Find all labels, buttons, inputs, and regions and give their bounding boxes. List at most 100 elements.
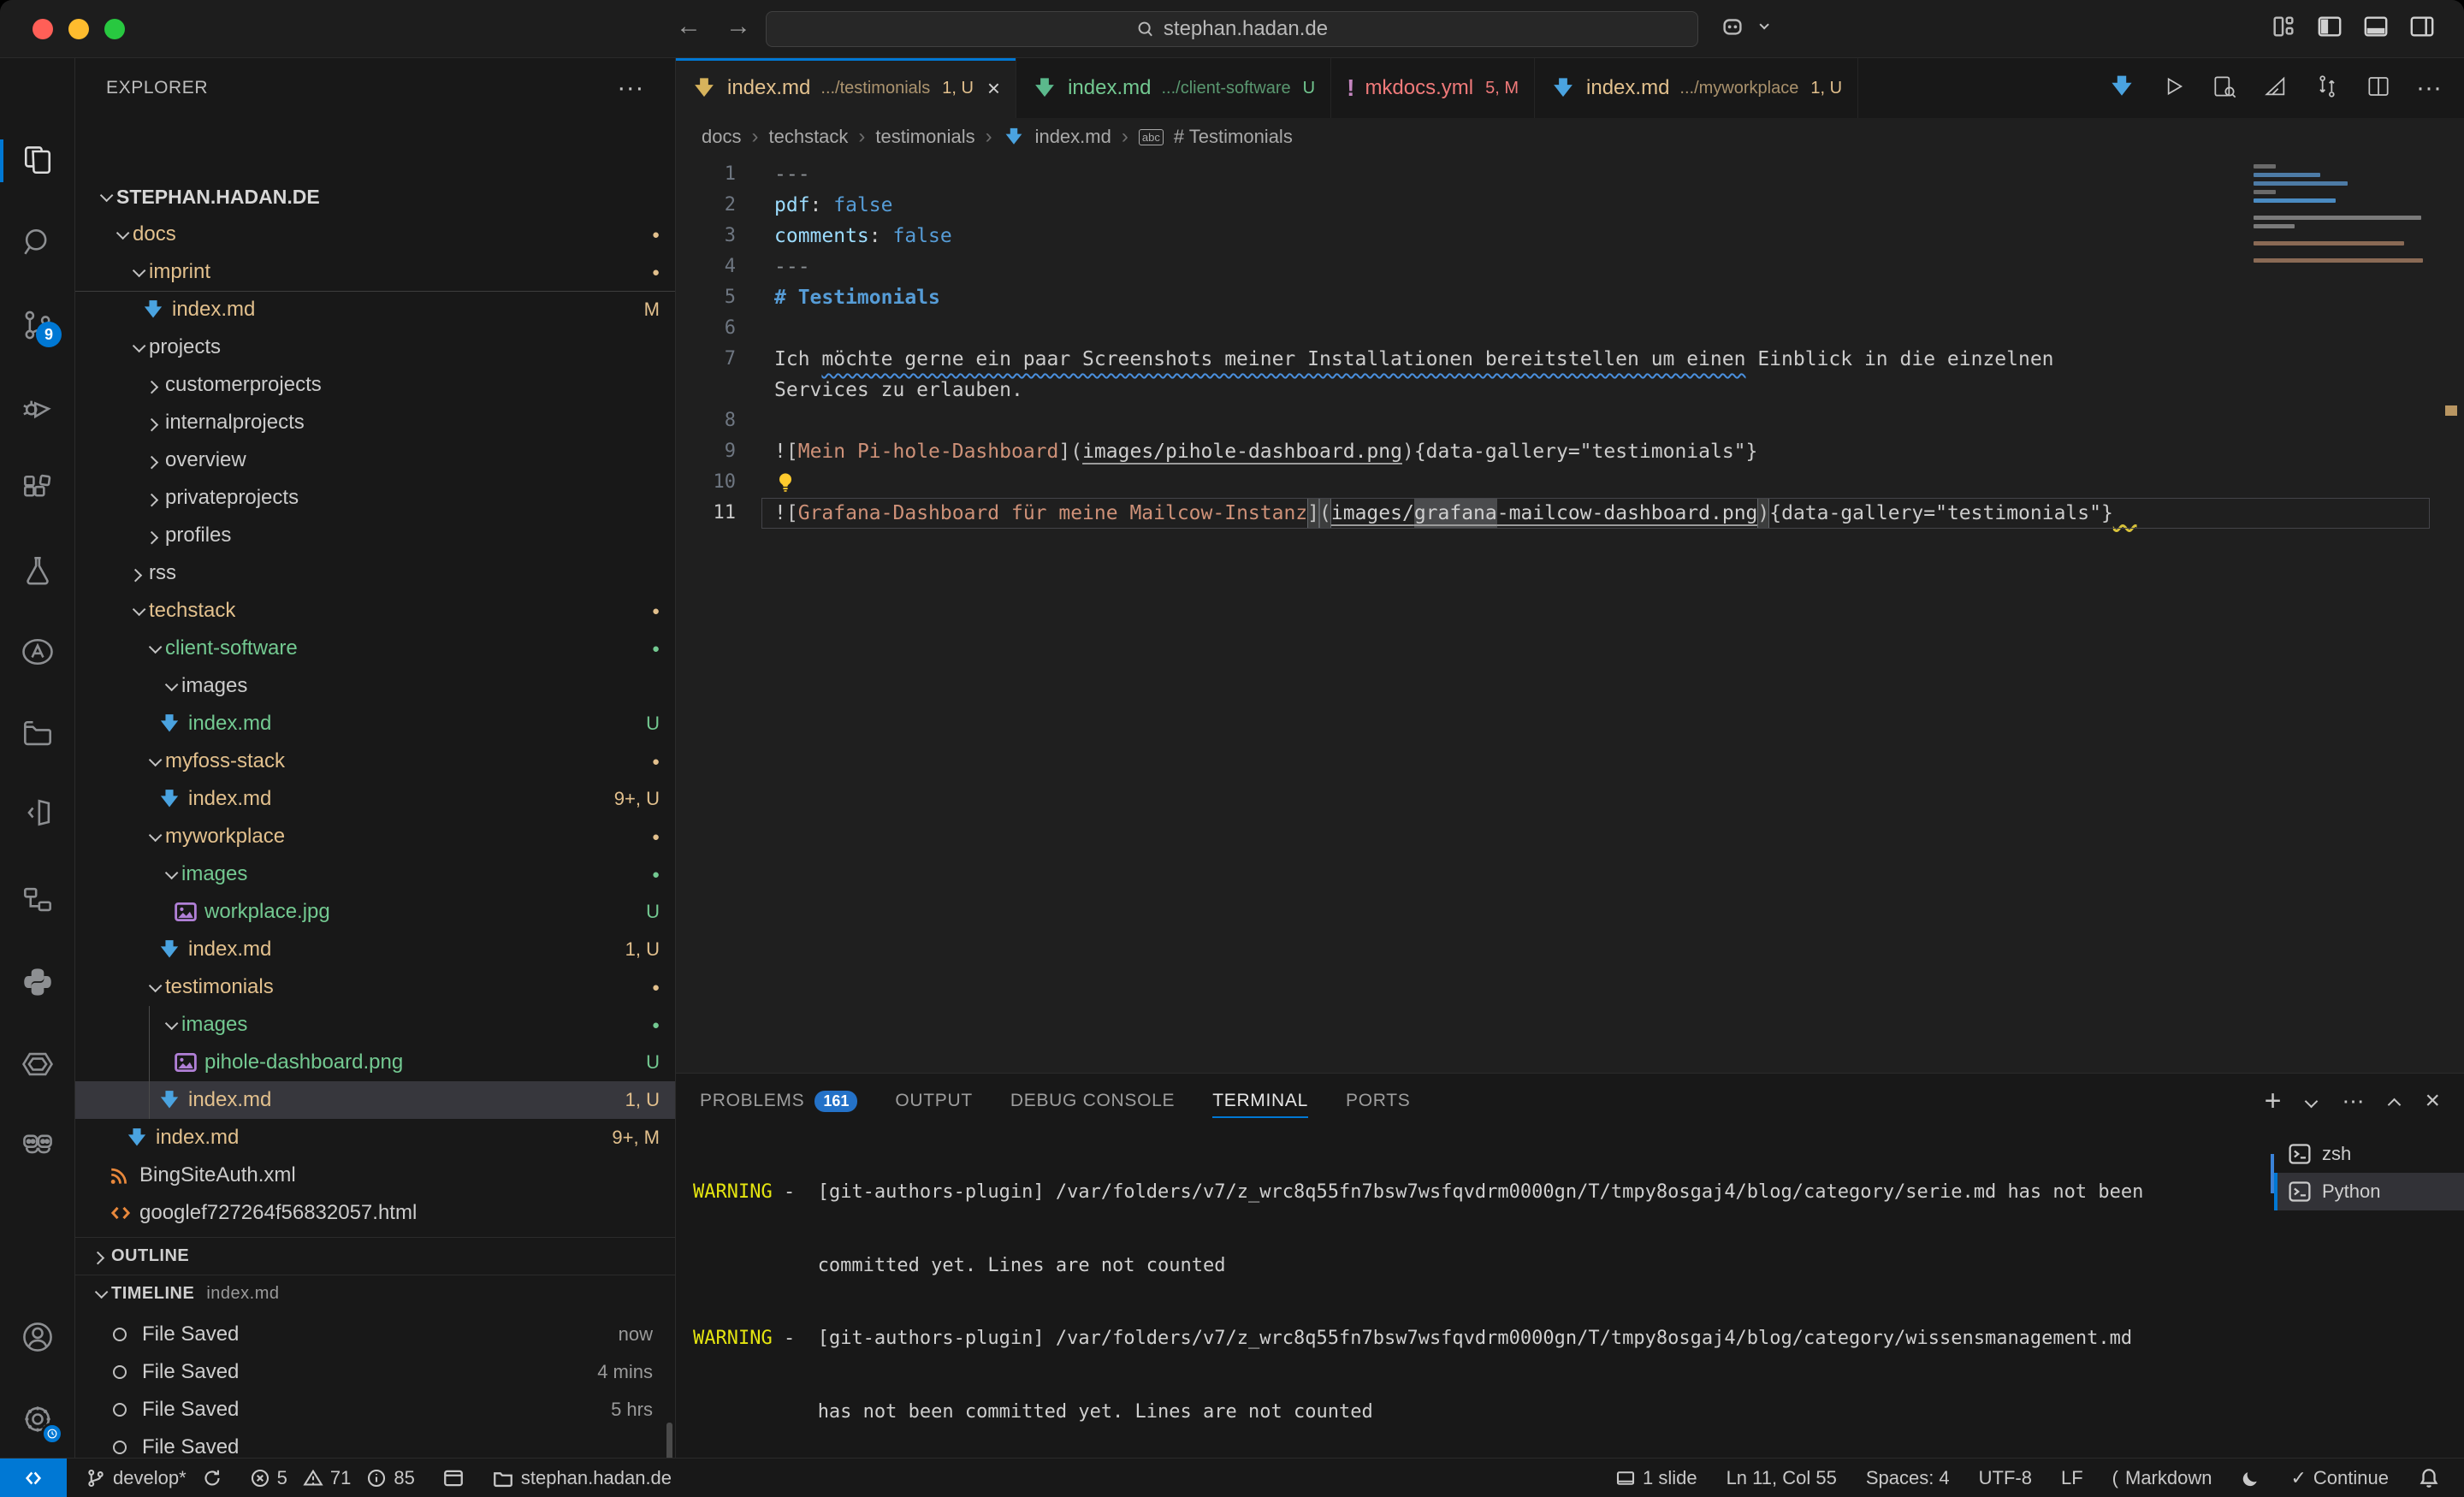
toggle-sidebar-icon[interactable] [2317,14,2343,39]
close-panel-icon[interactable]: × [2425,1086,2440,1115]
search-icon[interactable] [14,219,62,267]
maximize-panel-icon[interactable] [2388,1098,2402,1111]
tree-item-rss[interactable]: rss [75,554,675,592]
python-icon[interactable] [14,958,62,1006]
tree-item-bingsiteauth-xml[interactable]: BingSiteAuth.xml [75,1157,675,1194]
window-status-icon[interactable] [442,1467,465,1489]
tab-index-md-client-software[interactable]: index.md.../client-softwareU [1016,58,1331,118]
more-actions-icon[interactable]: ··· [2416,74,2442,103]
robots-icon[interactable] [14,1120,62,1168]
timeline-section-header[interactable]: TIMELINEindex.md [75,1275,675,1312]
copilot-button[interactable] [1720,14,1774,39]
code-line[interactable]: 9![Mein Pi-hole-Dashboard](images/pihole… [676,436,2464,467]
tree-item-client-software[interactable]: client-software● [75,630,675,667]
outline-section-header[interactable]: OUTLINE [75,1237,675,1275]
toggle-panel-icon[interactable] [2363,14,2389,39]
compare-changes-icon[interactable] [2313,73,2341,104]
tree-item-privateprojects[interactable]: privateprojects [75,479,675,517]
code-line[interactable]: 8 [676,405,2464,436]
close-window-button[interactable] [33,19,53,39]
do-not-disturb-status[interactable] [2241,1468,2261,1488]
more-actions-icon[interactable]: ··· [617,74,644,103]
code-line[interactable]: 5# Testimonials [676,282,2464,313]
tree-item-index-md[interactable]: index.md9+, U [75,780,675,818]
encoding-status[interactable]: UTF-8 [1979,1467,2032,1489]
tree-item-imprint[interactable]: imprint● [75,253,675,291]
tab-debug-console[interactable]: DEBUG CONSOLE [1010,1074,1175,1128]
new-terminal-icon[interactable]: + [2265,1085,2282,1118]
continue-status[interactable]: ✓Continue [2290,1467,2389,1489]
run-debug-icon[interactable] [14,383,62,431]
maximize-window-button[interactable] [104,19,125,39]
extensions-icon[interactable] [14,464,62,512]
explorer-icon[interactable] [14,137,62,185]
back-icon[interactable]: ← [676,12,702,41]
folder-icon[interactable] [14,710,62,758]
timeline-item[interactable]: File Saved5 hrs [75,1391,675,1429]
close-icon[interactable]: × [987,75,1000,102]
minimap[interactable] [2254,161,2433,281]
indentation-status[interactable]: Spaces: 4 [1866,1467,1950,1489]
notifications-bell[interactable] [2418,1467,2440,1489]
code-line[interactable]: 1--- [676,159,2464,190]
breadcrumb-item[interactable]: testimonials [875,126,974,148]
terminal-output[interactable]: WARNING - [git-authors-plugin] /var/fold… [676,1128,2274,1458]
toggle-secondary-sidebar-icon[interactable] [2409,14,2435,39]
testing-icon[interactable] [14,547,62,595]
tree-item-google-html[interactable]: googlef727264f56832057.html [75,1194,675,1232]
run-icon[interactable] [2159,73,2187,104]
tree-item-pihole-dashboard-png[interactable]: pihole-dashboard.pngU [75,1044,675,1081]
code-editor[interactable]: 1--- 2pdf: false 3comments: false 4--- 5… [676,156,2464,1073]
circle-a-icon[interactable] [14,628,62,676]
code-line[interactable]: 4--- [676,251,2464,282]
timeline-item[interactable]: File Savednow [75,1316,675,1353]
problems-status[interactable]: 5 71 85 [250,1467,415,1489]
breadcrumb-item[interactable]: index.md [1035,126,1111,148]
timeline-item[interactable]: File Saved [75,1429,675,1458]
hexagon-icon[interactable] [14,1040,62,1088]
language-mode-status[interactable]: (Markdown [2112,1467,2212,1489]
git-branch-status[interactable]: develop* [86,1467,222,1489]
tree-item-docs[interactable]: docs● [75,216,675,253]
code-line[interactable]: 2pdf: false [676,190,2464,221]
tree-item-images[interactable]: images● [75,855,675,893]
split-editor-icon[interactable] [2365,73,2392,104]
tab-index-md-testimonials[interactable]: index.md.../testimonials1, U × [676,58,1016,118]
marp-slides-status[interactable]: 1 slide [1615,1467,1697,1489]
timeline-item[interactable]: File Saved4 mins [75,1353,675,1391]
minimize-window-button[interactable] [68,19,89,39]
settings-gear-icon[interactable] [14,1395,62,1443]
cursor-position-status[interactable]: Ln 11, Col 55 [1727,1467,1837,1489]
terminal-tab-python[interactable]: Python [2274,1173,2464,1210]
tree-item-projects[interactable]: projects [75,328,675,366]
code-line-current[interactable]: 11![Grafana-Dashboard für meine Mailcow-… [676,498,2464,529]
tree-item-testimonials[interactable]: testimonials● [75,968,675,1006]
terminal-tab-zsh[interactable]: zsh [2274,1135,2464,1173]
tree-item-overview[interactable]: overview [75,441,675,479]
tab-ports[interactable]: PORTS [1346,1074,1410,1128]
code-line[interactable]: 3comments: false [676,221,2464,251]
tree-item-index-md-selected[interactable]: index.md1, U [75,1081,675,1119]
tree-item-profiles[interactable]: profiles [75,517,675,554]
tree-item-workplace-jpg[interactable]: workplace.jpgU [75,893,675,931]
tree-item-techstack[interactable]: techstack● [75,592,675,630]
live-preview-icon[interactable] [14,789,62,837]
code-line[interactable]: 6 [676,313,2464,344]
tab-terminal[interactable]: TERMINAL [1212,1074,1308,1128]
customize-layout-icon[interactable] [2271,14,2296,39]
more-actions-icon[interactable]: ⋯ [2342,1088,2364,1115]
source-control-icon[interactable]: 9 [14,301,62,349]
open-preview-icon[interactable] [2211,73,2238,104]
graph-icon[interactable] [2262,73,2289,104]
tree-item-internalprojects[interactable]: internalprojects [75,404,675,441]
tree-item-images[interactable]: images● [75,1006,675,1044]
accounts-icon[interactable] [14,1313,62,1361]
tree-item-images[interactable]: images [75,667,675,705]
tree-item-index-md[interactable]: index.md1, U [75,931,675,968]
tree-item-myworkplace[interactable]: myworkplace● [75,818,675,855]
tree-item-root[interactable]: STEPHAN.HADAN.DE [75,178,675,216]
breadcrumb-item[interactable]: techstack [768,126,848,148]
tree-item-index-md[interactable]: index.mdM [75,291,675,328]
lightbulb-icon[interactable] [774,471,797,494]
diagram-icon[interactable] [14,876,62,924]
